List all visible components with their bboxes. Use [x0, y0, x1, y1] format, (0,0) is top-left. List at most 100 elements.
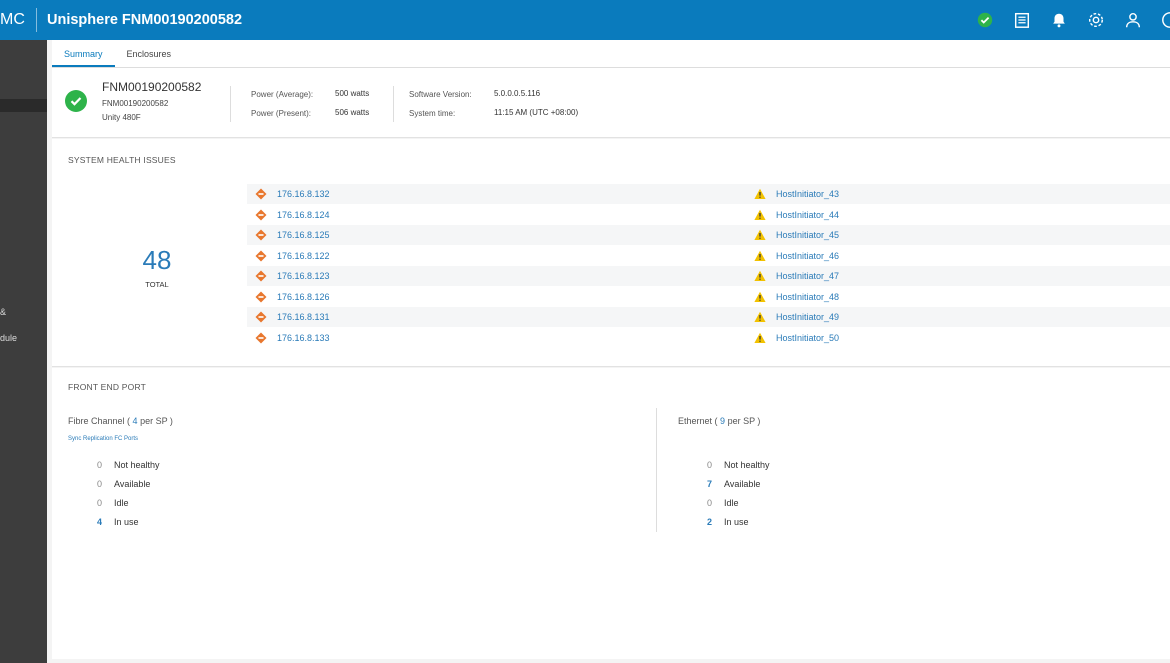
health-issue-error[interactable]: 176.16.8.126 [255, 287, 330, 307]
health-issue-error[interactable]: 176.16.8.123 [255, 266, 330, 286]
port-stat-row[interactable]: 4 In use [84, 517, 139, 527]
port-stat-row[interactable]: 0 Idle [84, 498, 129, 508]
health-issue-name: HostInitiator_50 [776, 332, 840, 343]
port-stat-row[interactable]: 0 Idle [694, 498, 739, 508]
port-stat-label: Idle [114, 498, 129, 508]
health-issue-name: 176.16.8.125 [277, 230, 330, 240]
health-issue-row: 176.16.8.123 HostInitiator_47 [247, 266, 1170, 286]
alerts-bell-icon[interactable] [1049, 10, 1069, 30]
tab-bar: Summary Enclosures [52, 40, 1170, 68]
fc-label-suffix: per SP ) [140, 416, 173, 426]
health-issue-warning[interactable]: HostInitiator_48 [754, 287, 839, 307]
health-issue-name: HostInitiator_48 [776, 291, 840, 302]
tab-enclosures[interactable]: Enclosures [115, 40, 184, 67]
sidebar: & dule [0, 40, 47, 663]
error-diamond-icon [255, 291, 267, 303]
settings-gear-icon[interactable] [1086, 10, 1106, 30]
health-issue-row: 176.16.8.132 HostInitiator_43 [247, 184, 1170, 204]
sidebar-selected-item[interactable] [0, 99, 47, 112]
fc-port-count: 4 [132, 416, 138, 426]
health-issue-warning[interactable]: HostInitiator_45 [754, 225, 839, 245]
port-stat-count: 0 [96, 460, 102, 470]
ethernet-header: Ethernet ( 9 per SP ) [678, 416, 760, 426]
port-stat-row[interactable]: 0 Not healthy [694, 460, 770, 470]
health-issue-error[interactable]: 176.16.8.132 [255, 184, 330, 204]
tab-summary[interactable]: Summary [52, 40, 115, 67]
port-stat-row[interactable]: 0 Available [84, 479, 150, 489]
health-issue-error[interactable]: 176.16.8.133 [255, 328, 330, 348]
health-issue-row: 176.16.8.133 HostInitiator_50 [247, 328, 1170, 348]
health-issue-name: HostInitiator_46 [776, 250, 840, 261]
port-stat-count: 0 [706, 460, 712, 470]
system-serial: FNM00190200582 [102, 99, 169, 108]
power-average-label: Power (Average): [251, 90, 314, 99]
health-issue-error[interactable]: 176.16.8.131 [255, 307, 330, 327]
main-content: Summary Enclosures FNM00190200582 FNM001… [52, 40, 1170, 663]
divider [230, 86, 231, 122]
health-issue-name: 176.16.8.133 [277, 332, 330, 343]
eth-label-suffix: per SP ) [727, 416, 761, 426]
help-icon[interactable] [1160, 10, 1170, 30]
system-time-label: System time: [409, 109, 456, 118]
eth-port-count: 9 [720, 416, 726, 426]
health-issue-name: 176.16.8.131 [277, 312, 330, 322]
health-issue-warning[interactable]: HostInitiator_49 [754, 307, 839, 327]
status-ok-icon[interactable] [975, 10, 995, 30]
front-end-port-panel: FRONT END PORT Fibre Channel ( 4 per SP … [52, 368, 1170, 659]
health-issue-warning[interactable]: HostInitiator_44 [754, 205, 839, 225]
warning-triangle-icon [754, 229, 766, 241]
user-icon[interactable] [1123, 10, 1143, 30]
sidebar-item-fragment-1[interactable]: & [0, 307, 6, 317]
health-section-title: SYSTEM HEALTH ISSUES [68, 155, 176, 165]
eth-label-prefix: Ethernet ( [678, 416, 718, 426]
fc-label-prefix: Fibre Channel ( [68, 416, 131, 426]
health-issue-row: 176.16.8.124 HostInitiator_44 [247, 205, 1170, 225]
port-stat-row[interactable]: 7 Available [694, 479, 760, 489]
port-stat-count: 0 [706, 498, 712, 508]
system-health-panel: SYSTEM HEALTH ISSUES 48 TOTAL 176.16.8.1… [52, 139, 1170, 367]
top-bar: MC Unisphere FNM00190200582 [0, 0, 1170, 40]
system-summary: FNM00190200582 FNM00190200582 Unity 480F… [52, 68, 1170, 138]
health-issue-warning[interactable]: HostInitiator_46 [754, 246, 839, 266]
error-diamond-icon [255, 229, 267, 241]
system-ok-icon [65, 90, 87, 112]
sidebar-item-fragment-2[interactable]: dule [0, 333, 17, 343]
health-issue-error[interactable]: 176.16.8.124 [255, 205, 330, 225]
health-total-count: 48 [142, 245, 172, 275]
warning-triangle-icon [754, 188, 766, 200]
health-issue-row: 176.16.8.125 HostInitiator_45 [247, 225, 1170, 245]
health-issue-warning[interactable]: HostInitiator_47 [754, 266, 839, 286]
port-stat-row[interactable]: 0 Not healthy [84, 460, 160, 470]
software-version-label: Software Version: [409, 90, 472, 99]
power-present-value: 506 watts [335, 108, 370, 117]
app-title: Unisphere FNM00190200582 [47, 12, 243, 28]
sync-replication-fc-link[interactable]: Sync Replication FC Ports [68, 436, 138, 442]
port-stat-row[interactable]: 2 In use [694, 517, 749, 527]
warning-triangle-icon [754, 332, 766, 344]
health-issue-warning[interactable]: HostInitiator_43 [754, 184, 839, 204]
brand-separator [36, 8, 37, 32]
error-diamond-icon [255, 311, 267, 323]
error-diamond-icon [255, 332, 267, 344]
port-stat-label: Idle [724, 498, 739, 508]
health-issue-name: 176.16.8.124 [277, 209, 330, 220]
health-issue-row: 176.16.8.122 HostInitiator_46 [247, 246, 1170, 266]
system-name: FNM00190200582 [102, 80, 202, 94]
health-issue-warning[interactable]: HostInitiator_50 [754, 328, 839, 348]
power-present-label: Power (Present): [251, 109, 312, 118]
system-model: Unity 480F [102, 113, 141, 122]
error-diamond-icon [255, 250, 267, 262]
warning-triangle-icon [754, 270, 766, 282]
warning-triangle-icon [754, 250, 766, 262]
top-icons [975, 0, 1170, 40]
port-stat-label: Not healthy [114, 460, 160, 470]
health-issue-error[interactable]: 176.16.8.122 [255, 246, 330, 266]
port-stat-count: 7 [706, 479, 712, 489]
health-issue-name: HostInitiator_47 [776, 271, 840, 281]
jobs-icon[interactable] [1012, 10, 1032, 30]
health-issue-error[interactable]: 176.16.8.125 [255, 225, 330, 245]
error-diamond-icon [255, 270, 267, 282]
health-issue-name: 176.16.8.126 [277, 291, 330, 302]
warning-triangle-icon [754, 311, 766, 323]
error-diamond-icon [255, 188, 267, 200]
